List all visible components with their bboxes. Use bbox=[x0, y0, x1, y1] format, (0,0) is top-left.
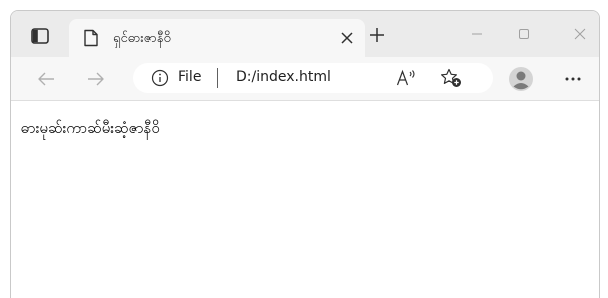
maximize-button[interactable] bbox=[509, 21, 539, 47]
url-text[interactable]: D:/index.html bbox=[236, 69, 331, 85]
page-body-text: ဓားမုဆ်းကာဆ်မီးဆံ့ဇာနီဝိ bbox=[21, 119, 160, 137]
page-content: ဓားမုဆ်းကာဆ်မီးဆံ့ဇာနီဝိ bbox=[11, 101, 599, 298]
url-divider bbox=[217, 68, 218, 88]
plus-icon bbox=[370, 28, 384, 42]
star-add-icon bbox=[441, 68, 461, 87]
navigation-toolbar: File D:/index.html bbox=[11, 57, 599, 101]
url-scheme-label: File bbox=[178, 69, 202, 85]
tab-title: ရှင်ဓားဇာနီဝိ bbox=[113, 31, 171, 46]
new-tab-button[interactable] bbox=[365, 23, 389, 47]
info-icon[interactable] bbox=[151, 69, 169, 87]
close-tab-button[interactable] bbox=[337, 28, 357, 48]
tab-actions-icon bbox=[31, 28, 49, 44]
arrow-right-icon bbox=[88, 72, 104, 86]
browser-window: ရှင်ဓားဇာနီဝိ File D:/index.html ဓားမုဆ်… bbox=[10, 10, 600, 298]
arrow-left-icon bbox=[38, 72, 54, 86]
close-icon bbox=[341, 32, 353, 44]
settings-more-button[interactable] bbox=[559, 67, 587, 91]
close-window-button[interactable] bbox=[565, 21, 595, 47]
back-button[interactable] bbox=[33, 67, 59, 91]
profile-button[interactable] bbox=[507, 65, 535, 93]
tab-actions-button[interactable] bbox=[27, 25, 53, 47]
maximize-icon bbox=[519, 29, 529, 39]
page-icon bbox=[84, 29, 98, 47]
tab-active[interactable]: ရှင်ဓားဇာနီဝိ bbox=[69, 19, 365, 57]
minimize-button[interactable] bbox=[462, 21, 492, 47]
more-icon bbox=[565, 77, 581, 81]
minimize-icon bbox=[472, 33, 482, 35]
close-icon bbox=[574, 28, 586, 40]
profile-icon bbox=[509, 67, 533, 91]
add-favorite-button[interactable] bbox=[439, 67, 463, 89]
read-aloud-icon bbox=[396, 69, 415, 86]
forward-button[interactable] bbox=[83, 67, 109, 91]
address-bar[interactable]: File D:/index.html bbox=[133, 63, 493, 93]
title-bar: ရှင်ဓားဇာနီဝိ bbox=[11, 11, 599, 57]
read-aloud-button[interactable] bbox=[395, 68, 419, 88]
